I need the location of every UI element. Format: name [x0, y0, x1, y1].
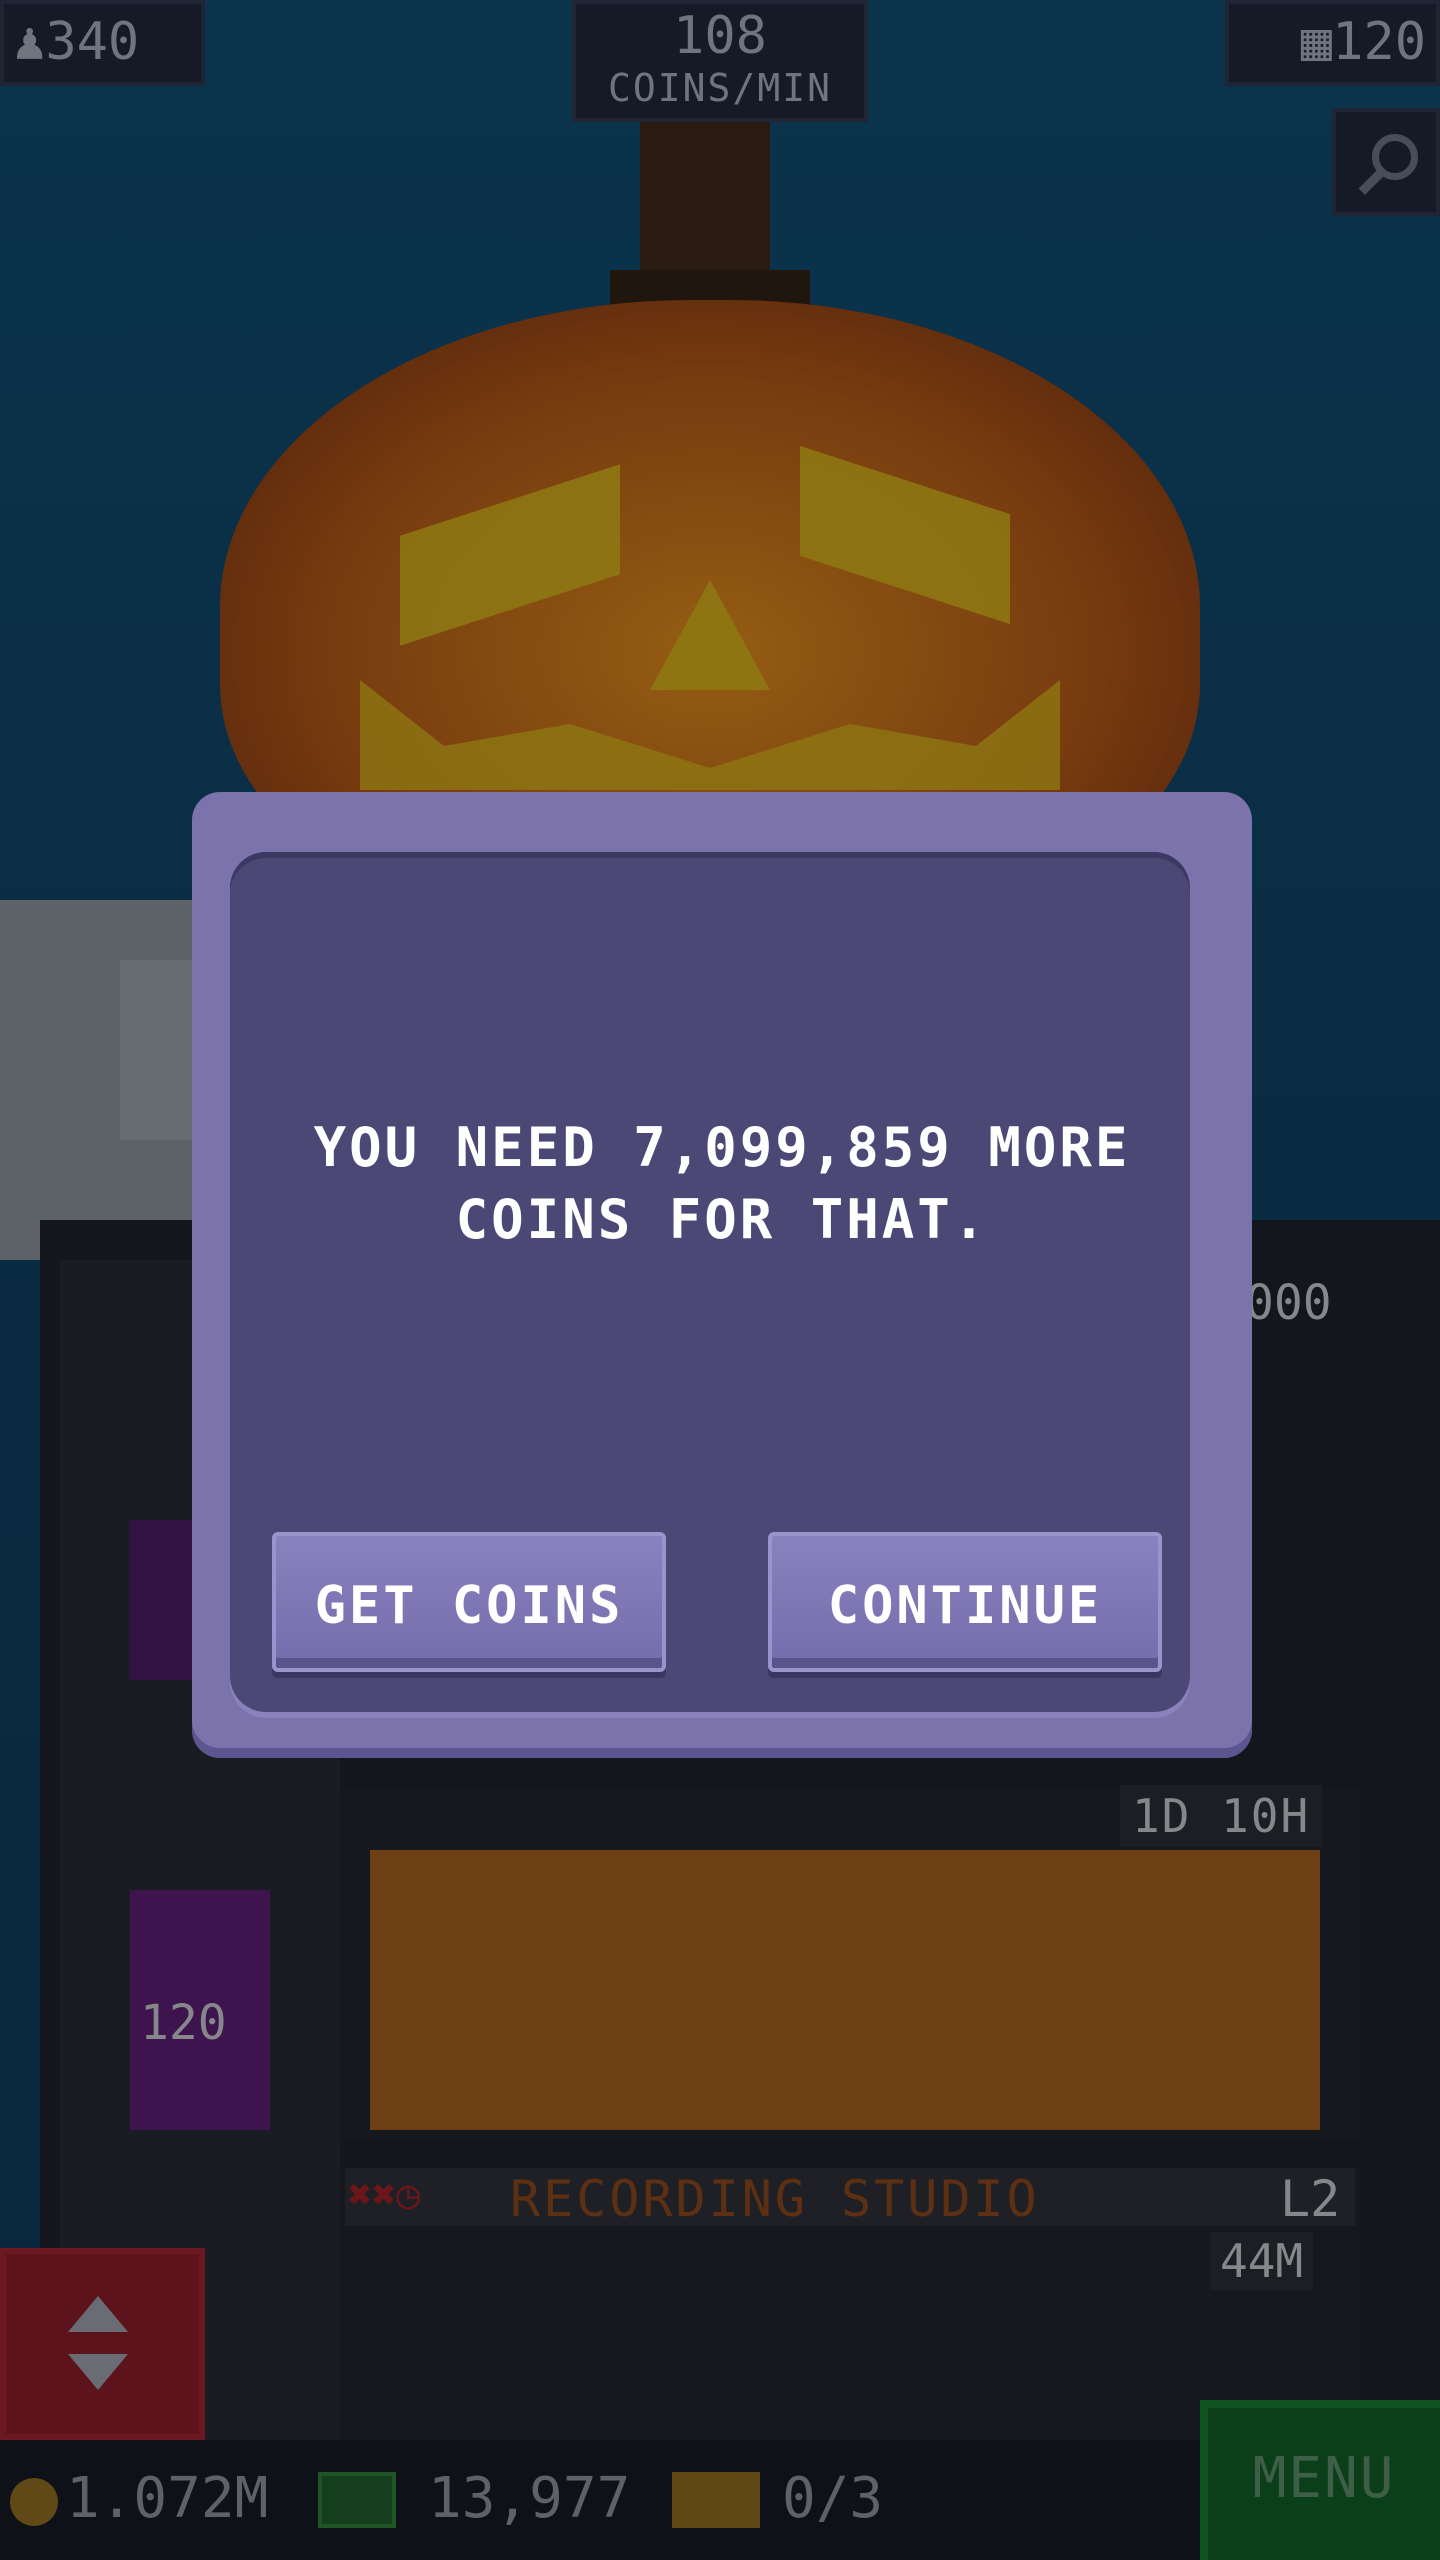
- dialog-message-line: YOU NEED 7,099,859 MORE: [313, 1116, 1131, 1179]
- get-coins-button[interactable]: GET COINS: [272, 1532, 666, 1672]
- dialog-message-line: COINS FOR THAT.: [455, 1188, 989, 1251]
- continue-button[interactable]: CONTINUE: [768, 1532, 1162, 1672]
- dialog-message: YOU NEED 7,099,859 MORE COINS FOR THAT.: [192, 1112, 1252, 1256]
